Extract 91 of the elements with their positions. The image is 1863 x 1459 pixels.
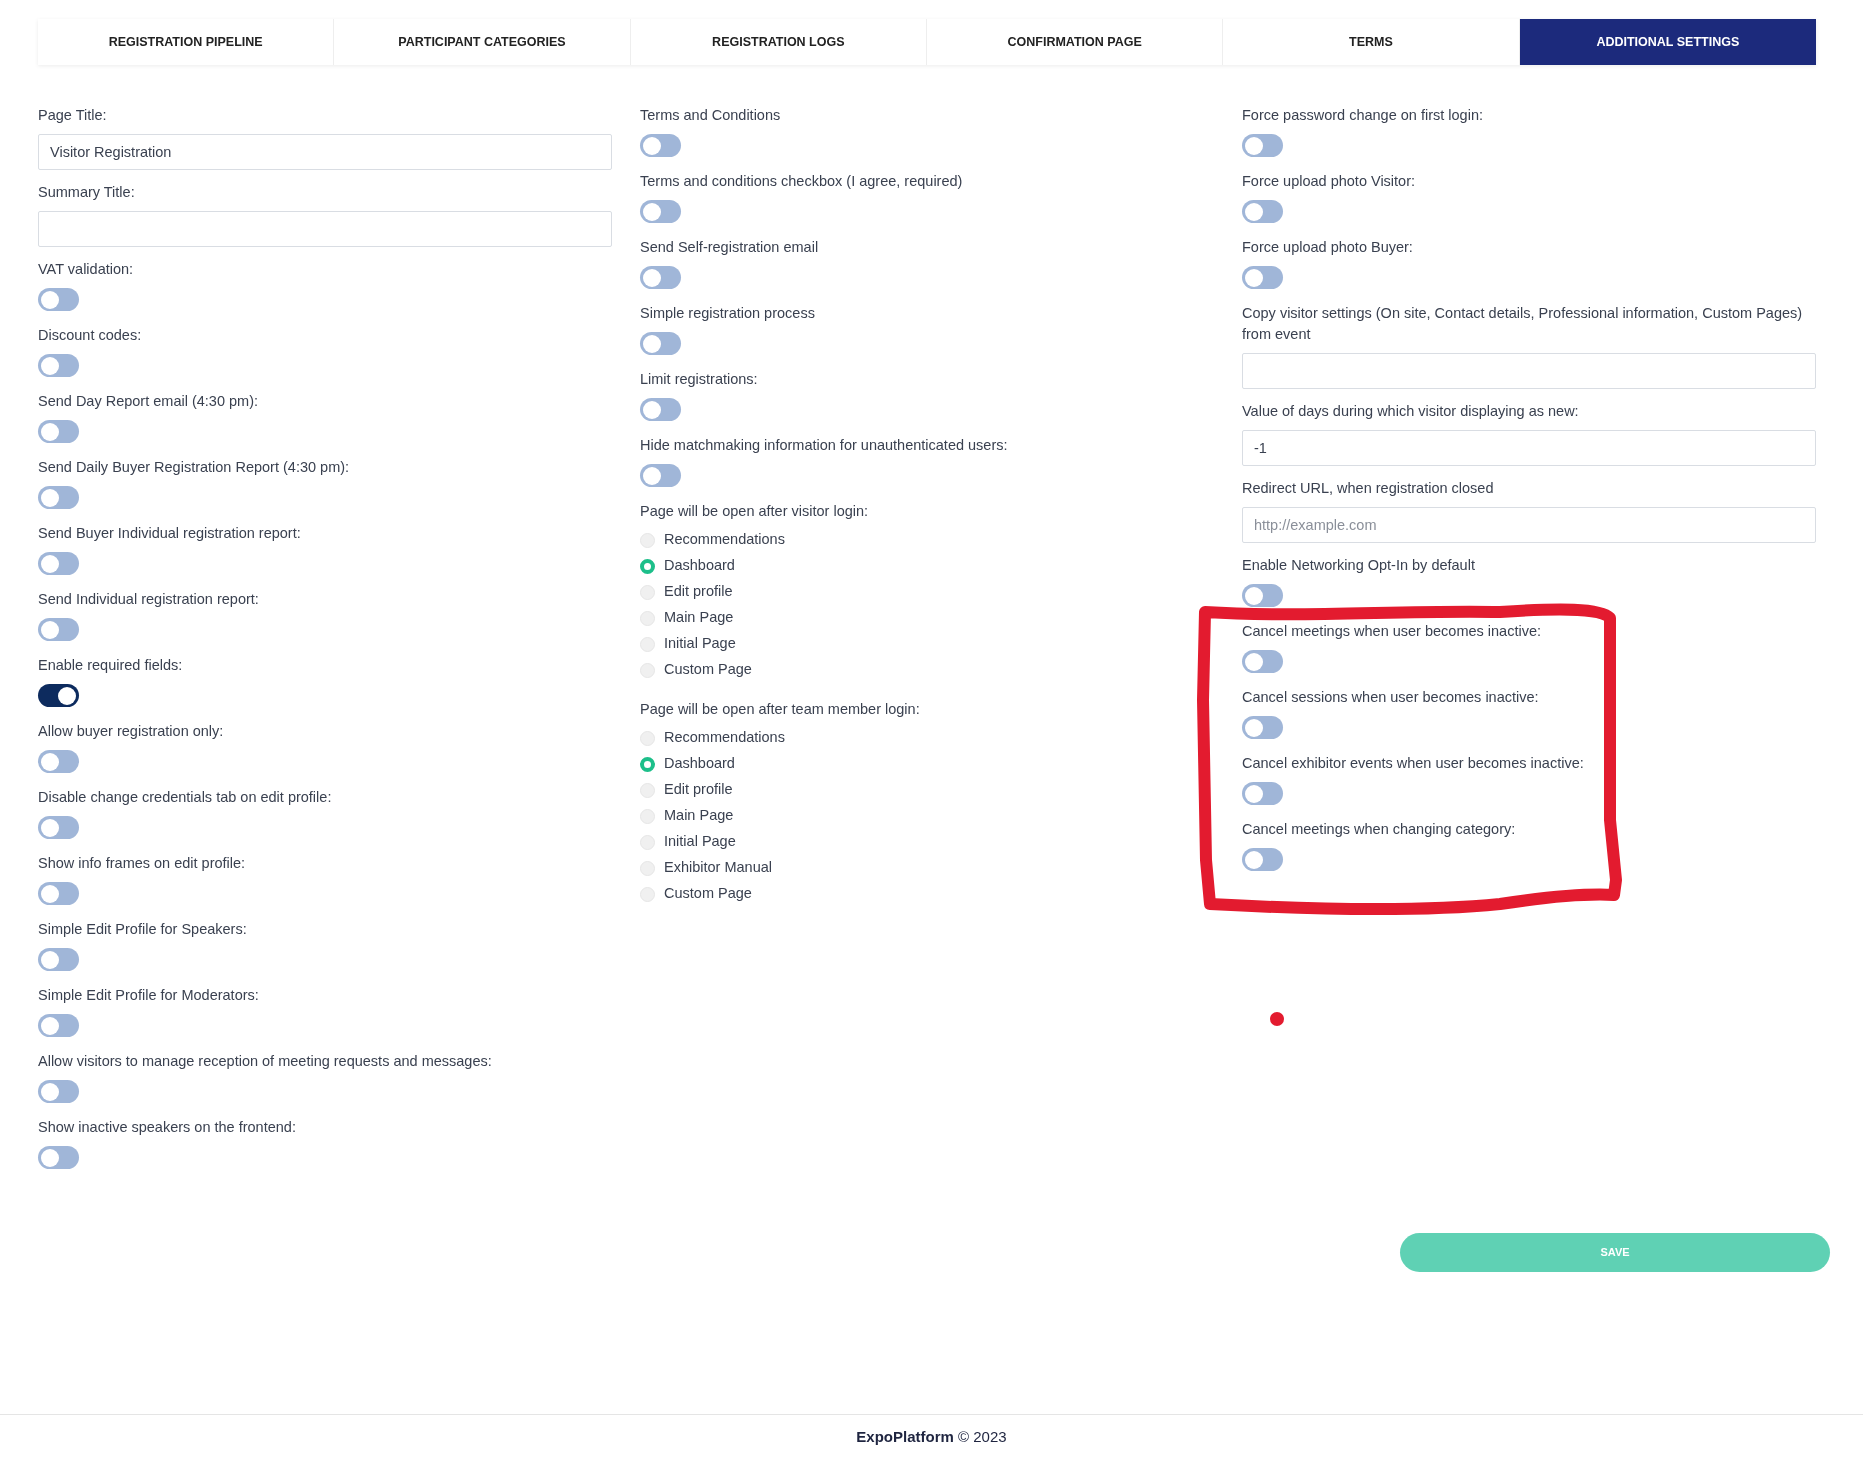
field-label: Show info frames on edit profile: xyxy=(38,854,247,873)
toggle-switch[interactable] xyxy=(38,882,79,905)
field-label: Send Day Report email (4:30 pm): xyxy=(38,392,259,411)
toggle-switch[interactable] xyxy=(38,420,79,443)
radio-label: Recommendations xyxy=(664,530,785,550)
radio-label: Recommendations xyxy=(664,728,785,748)
toggle-switch[interactable] xyxy=(38,1014,79,1037)
toggle-switch[interactable] xyxy=(38,684,79,707)
radio-label: Dashboard xyxy=(664,754,735,774)
field-label: Cancel meetings when changing category: xyxy=(1242,820,1517,839)
toggle-switch[interactable] xyxy=(640,464,681,487)
field-label: Force upload photo Visitor: xyxy=(1242,172,1417,191)
field-label: Send Self-registration email xyxy=(640,238,820,257)
field-label: Simple Edit Profile for Speakers: xyxy=(38,920,248,939)
tab[interactable]: ADDITIONAL SETTINGS xyxy=(1519,19,1816,65)
toggle-switch[interactable] xyxy=(1242,650,1283,673)
radio-label: Main Page xyxy=(664,608,734,628)
input-field[interactable]: Visitor Registration xyxy=(38,134,612,170)
toggle-switch[interactable] xyxy=(38,552,79,575)
field-label: Allow visitors to manage reception of meeting requests and messages: xyxy=(38,1052,493,1071)
toggle-switch[interactable] xyxy=(640,266,681,289)
radio-label: Custom Page xyxy=(664,660,752,680)
toggle-switch[interactable] xyxy=(1242,266,1283,289)
field-label: Simple registration process xyxy=(640,304,816,323)
toggle-switch[interactable] xyxy=(1242,848,1283,871)
field-label: VAT validation: xyxy=(38,260,135,279)
tab[interactable]: PARTICIPANT CATEGORIES xyxy=(334,19,631,65)
input-field[interactable] xyxy=(1242,353,1816,389)
field-label: Send Daily Buyer Registration Report (4:30 pm): xyxy=(38,458,351,477)
footer-copyright: ExpoPlatform © 2023 xyxy=(856,1426,1007,1447)
toggle-switch[interactable] xyxy=(1242,584,1283,607)
field-label: Cancel meetings when user becomes inactive: xyxy=(1242,622,1542,641)
radio-label: Edit profile xyxy=(664,780,733,800)
field-label: Discount codes: xyxy=(38,326,143,345)
toggle-switch[interactable] xyxy=(640,200,681,223)
tab[interactable]: REGISTRATION LOGS xyxy=(630,19,927,65)
field-label: Copy visitor settings (On site, Contact details, Professional information, Custom Pages) from event xyxy=(1242,304,1804,344)
field-label: Enable required fields: xyxy=(38,656,184,675)
field-label: Terms and conditions checkbox (I agree, required) xyxy=(640,172,964,191)
field-label: Summary Title: xyxy=(38,183,136,202)
toggle-switch[interactable] xyxy=(1242,200,1283,223)
field-label: Cancel sessions when user becomes inactive: xyxy=(1242,688,1540,707)
field-label: Cancel exhibitor events when user becomes inactive: xyxy=(1242,754,1585,773)
field-label: Hide matchmaking information for unauthenticated users: xyxy=(640,436,1009,455)
field-label: Value of days during which visitor displaying as new: xyxy=(1242,402,1580,421)
toggle-switch[interactable] xyxy=(38,750,79,773)
tab[interactable]: CONFIRMATION PAGE xyxy=(927,19,1224,65)
toggle-switch[interactable] xyxy=(38,486,79,509)
tab[interactable]: REGISTRATION PIPELINE xyxy=(38,19,335,65)
field-label: Page will be open after team member login: xyxy=(640,700,921,719)
field-label: Page Title: xyxy=(38,106,108,125)
toggle-switch[interactable] xyxy=(1242,716,1283,739)
radio-label: Initial Page xyxy=(664,832,736,852)
field-label: Page will be open after visitor login: xyxy=(640,502,870,521)
radio-label: Dashboard xyxy=(664,556,735,576)
toggle-switch[interactable] xyxy=(640,134,681,157)
toggle-switch[interactable] xyxy=(38,618,79,641)
toggle-switch[interactable] xyxy=(1242,134,1283,157)
toggle-switch[interactable] xyxy=(38,948,79,971)
radio-label: Initial Page xyxy=(664,634,736,654)
radio-label: Custom Page xyxy=(664,884,752,904)
field-label: Terms and Conditions xyxy=(640,106,782,125)
toggle-switch[interactable] xyxy=(38,288,79,311)
radio-label: Exhibitor Manual xyxy=(664,858,772,878)
field-label: Disable change credentials tab on edit profile: xyxy=(38,788,333,807)
toggle-switch[interactable] xyxy=(38,1080,79,1103)
toggle-switch[interactable] xyxy=(1242,782,1283,805)
input-field[interactable]: http://example.com xyxy=(1242,507,1816,543)
field-label: Send Buyer Individual registration report: xyxy=(38,524,302,543)
field-label: Enable Networking Opt-In by default xyxy=(1242,556,1476,575)
tab[interactable]: TERMS xyxy=(1223,19,1520,65)
field-label: Show inactive speakers on the frontend: xyxy=(38,1118,297,1137)
field-label: Force upload photo Buyer: xyxy=(1242,238,1414,257)
radio-label: Edit profile xyxy=(664,582,733,602)
field-label: Redirect URL, when registration closed xyxy=(1242,479,1495,498)
field-label: Send Individual registration report: xyxy=(38,590,260,609)
input-field[interactable] xyxy=(38,211,612,247)
radio-label: Main Page xyxy=(664,806,734,826)
toggle-switch[interactable] xyxy=(38,1146,79,1169)
input-field[interactable]: -1 xyxy=(1242,430,1816,466)
radio-button[interactable] xyxy=(640,558,655,574)
field-label: Force password change on first login: xyxy=(1242,106,1484,125)
toggle-switch[interactable] xyxy=(640,398,681,421)
field-label: Simple Edit Profile for Moderators: xyxy=(38,986,260,1005)
radio-button[interactable] xyxy=(640,756,655,772)
field-label: Limit registrations: xyxy=(640,370,759,389)
annotation-dot xyxy=(1270,1012,1284,1026)
toggle-switch[interactable] xyxy=(38,816,79,839)
toggle-switch[interactable] xyxy=(38,354,79,377)
field-label: Allow buyer registration only: xyxy=(38,722,225,741)
toggle-switch[interactable] xyxy=(640,332,681,355)
